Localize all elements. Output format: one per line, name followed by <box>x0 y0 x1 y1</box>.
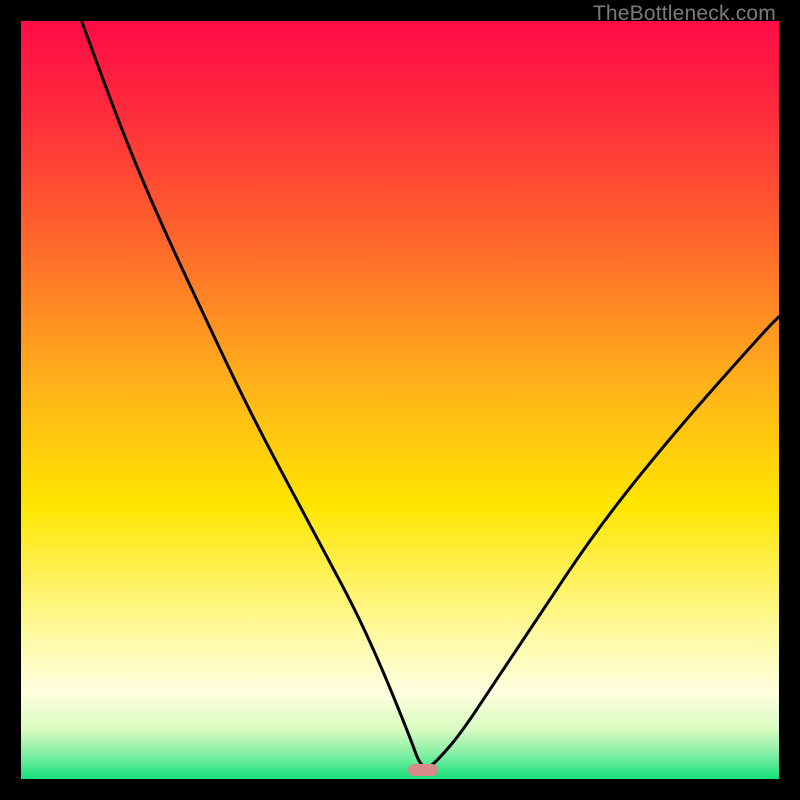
bottleneck-curve <box>21 21 779 779</box>
optimal-point-marker <box>408 764 438 776</box>
plot-area <box>21 21 779 779</box>
watermark-text: TheBottleneck.com <box>593 2 776 26</box>
chart-frame: TheBottleneck.com <box>0 0 800 800</box>
